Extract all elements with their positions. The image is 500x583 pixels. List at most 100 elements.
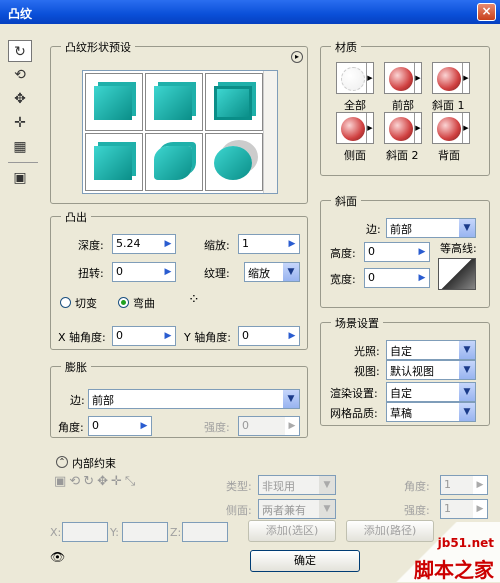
preset-scrollbar[interactable] [263, 71, 277, 193]
render-select[interactable]: 自定 ▼ [386, 382, 476, 402]
inflate-side-select[interactable]: 前部 ▼ [88, 389, 300, 409]
preset-thumb[interactable] [85, 73, 143, 131]
ok-button[interactable]: 确定 [250, 550, 360, 572]
scale-input[interactable]: 1 ▶ [238, 234, 300, 254]
light-select[interactable]: 自定 ▼ [386, 340, 476, 360]
scale-spin-icon[interactable]: ▶ [285, 235, 299, 253]
constraint-type-label: 类型: [226, 480, 252, 493]
scale-label: 缩放: [204, 239, 230, 252]
chevron-down-icon[interactable]: ▼ [283, 390, 299, 408]
object-icon[interactable]: ▣ [8, 167, 32, 189]
y-coord-label: Y: [110, 526, 119, 539]
chevron-down-icon[interactable]: ▼ [319, 500, 335, 518]
constraint-strength-spin-icon[interactable]: ▶ [473, 500, 487, 518]
preset-preview [82, 70, 278, 194]
scale-icon[interactable]: ⤡ [125, 474, 138, 489]
depth-spin-icon[interactable]: ▶ [161, 235, 175, 253]
bevel-icon[interactable]: ↻ [8, 40, 32, 62]
contour-swatch[interactable] [438, 258, 476, 290]
y-angle-label: Y 轴角度: [184, 331, 231, 344]
constraint-type-select[interactable]: 非现用 ▼ [258, 475, 336, 495]
chevron-down-icon[interactable]: ▼ [459, 219, 475, 237]
preset-thumb[interactable] [85, 133, 143, 191]
move-icon[interactable]: ✥ [8, 88, 32, 110]
bevel-title: 斜面 [331, 193, 361, 209]
bend-radio[interactable] [118, 297, 129, 308]
bend-label: 弯曲 [133, 297, 155, 310]
eye-icon[interactable]: 👁 [50, 550, 65, 564]
watermark-brand: 脚本之家 [414, 558, 494, 582]
view-select[interactable]: 默认视图 ▼ [386, 360, 476, 380]
constraint-angle-label: 角度: [404, 480, 430, 493]
material-swatch-bevel2[interactable]: ▶ [384, 112, 422, 144]
constraint-title: 内部约束 [72, 457, 116, 470]
z-coord-input[interactable] [182, 522, 228, 542]
material-swatch-all[interactable]: ▶ [336, 62, 374, 94]
collapse-icon[interactable]: ⌃ [56, 456, 68, 468]
y-coord-input[interactable] [122, 522, 168, 542]
orbit-icon[interactable]: ↻ [83, 474, 97, 489]
twist-spin-icon[interactable]: ▶ [161, 263, 175, 281]
move-icon[interactable]: ✥ [97, 474, 111, 489]
y-angle-spin-icon[interactable]: ▶ [285, 327, 299, 345]
preset-thumb[interactable] [145, 133, 203, 191]
render-label: 渲染设置: [330, 387, 378, 400]
preset-menu-icon[interactable]: ▸ [291, 51, 303, 63]
constraint-angle-input[interactable]: 1 ▶ [440, 475, 488, 495]
rotate-icon[interactable]: ⟲ [69, 474, 83, 489]
material-swatch-side[interactable]: ▶ [336, 112, 374, 144]
material-label-all: 全部 [344, 99, 366, 112]
window-title: 凸纹 [8, 7, 33, 21]
bevel-height-input[interactable]: 0 ▶ [364, 242, 430, 262]
depth-input[interactable]: 5.24 ▶ [112, 234, 176, 254]
preset-thumb[interactable] [205, 133, 263, 191]
scale-icon[interactable]: ✛ [8, 112, 32, 134]
chevron-down-icon[interactable]: ▼ [459, 341, 475, 359]
x-angle-input[interactable]: 0 ▶ [112, 326, 176, 346]
material-swatch-back[interactable]: ▶ [432, 112, 470, 144]
chevron-down-icon[interactable]: ▼ [283, 263, 299, 281]
tool-column: ↻ ⟲ ✥ ✛ ▦ ▣ [8, 40, 38, 191]
preset-thumb[interactable] [205, 73, 263, 131]
y-angle-input[interactable]: 0 ▶ [238, 326, 300, 346]
chevron-down-icon[interactable]: ▼ [459, 383, 475, 401]
chevron-down-icon[interactable]: ▼ [319, 476, 335, 494]
chevron-down-icon[interactable]: ▼ [459, 361, 475, 379]
x-coord-label: X: [50, 526, 62, 539]
chevron-down-icon[interactable]: ▼ [459, 403, 475, 421]
close-button[interactable]: × [477, 3, 496, 21]
tool-separator [8, 162, 38, 163]
bevel-width-input[interactable]: 0 ▶ [364, 268, 430, 288]
mesh-select[interactable]: 草稿 ▼ [386, 402, 476, 422]
twist-input[interactable]: 0 ▶ [112, 262, 176, 282]
preset-thumb[interactable] [145, 73, 203, 131]
rotate-icon[interactable]: ⟲ [8, 64, 32, 86]
material-label-side: 侧面 [344, 149, 366, 162]
constraint-side-select[interactable]: 两者兼有 ▼ [258, 499, 336, 519]
material-swatch-bevel1[interactable]: ▶ [432, 62, 470, 94]
bevel-height-spin-icon[interactable]: ▶ [415, 243, 429, 261]
x-angle-spin-icon[interactable]: ▶ [161, 327, 175, 345]
material-label-front: 前部 [392, 99, 414, 112]
inflate-angle-label: 角度: [58, 421, 84, 434]
inflate-angle-spin-icon[interactable]: ▶ [137, 417, 151, 435]
texture-select[interactable]: 缩放 ▼ [244, 262, 300, 282]
material-label-bevel2: 斜面 2 [386, 149, 419, 162]
x-coord-input[interactable] [62, 522, 108, 542]
cube-icon[interactable]: ▣ [54, 474, 69, 489]
add-selection-button[interactable]: 添加(选区) [248, 520, 336, 542]
mesh-label: 网格品质: [330, 407, 378, 420]
material-swatch-front[interactable]: ▶ [384, 62, 422, 94]
inflate-angle-input[interactable]: 0 ▶ [88, 416, 152, 436]
inflate-strength-input[interactable]: 0 ▶ [238, 416, 300, 436]
shear-radio[interactable] [60, 297, 71, 308]
inflate-strength-spin-icon[interactable]: ▶ [285, 417, 299, 435]
constraint-strength-input[interactable]: 1 ▶ [440, 499, 488, 519]
texture-icon[interactable]: ▦ [8, 136, 32, 158]
bevel-side-select[interactable]: 前部 ▼ [386, 218, 476, 238]
bevel-width-spin-icon[interactable]: ▶ [415, 269, 429, 287]
constraint-angle-spin-icon[interactable]: ▶ [473, 476, 487, 494]
pan-icon[interactable]: ✛ [111, 474, 125, 489]
anchor-grid-icon[interactable]: ⁘ [188, 292, 200, 308]
depth-label: 深度: [78, 239, 104, 252]
